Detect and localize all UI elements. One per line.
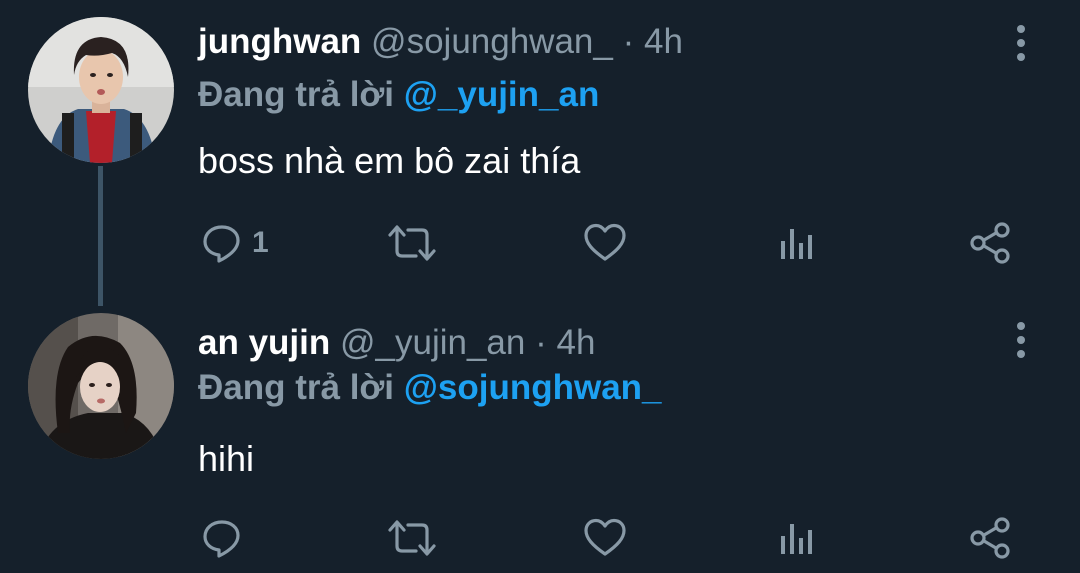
replying-to-handle[interactable]: @_yujin_an — [404, 75, 600, 114]
stats-icon — [781, 524, 812, 554]
tweet-actions: 1 — [0, 218, 1080, 268]
reply-button[interactable]: 1 — [200, 218, 269, 268]
tweet-actions — [0, 513, 1080, 563]
like-icon — [584, 518, 626, 556]
tweet-header: an yujin @_yujin_an · 4h — [198, 321, 595, 365]
tweet[interactable]: junghwan @sojunghwan_ · 4h Đang trả lời … — [0, 0, 1080, 306]
display-name[interactable]: junghwan — [198, 22, 361, 61]
tweet[interactable]: an yujin @_yujin_an · 4h Đang trả lời @s… — [0, 305, 1080, 573]
replying-to: Đang trả lời @_yujin_an — [198, 73, 599, 117]
reply-icon — [203, 225, 240, 263]
analytics-button[interactable] — [778, 513, 818, 563]
retweet-button[interactable] — [386, 218, 438, 268]
like-icon — [584, 223, 626, 261]
more-options-button[interactable] — [1006, 320, 1036, 360]
stats-icon — [781, 229, 812, 259]
user-handle[interactable]: @_yujin_an — [340, 323, 525, 362]
share-icon — [970, 222, 1010, 264]
avatar[interactable] — [28, 313, 174, 459]
tweet-text: hihi — [198, 438, 255, 479]
reply-count: 1 — [252, 226, 269, 259]
display-name[interactable]: an yujin — [198, 323, 330, 362]
retweet-icon — [388, 520, 436, 556]
replying-to: Đang trả lời @sojunghwan_ — [198, 366, 662, 410]
timestamp[interactable]: 4h — [556, 323, 595, 362]
timestamp[interactable]: 4h — [644, 22, 683, 61]
replying-to-label: Đang trả lời — [198, 368, 395, 407]
reply-icon — [203, 520, 240, 558]
like-button[interactable] — [582, 513, 628, 563]
user-handle[interactable]: @sojunghwan_ — [371, 22, 613, 61]
replying-to-label: Đang trả lời — [198, 75, 395, 114]
separator-dot: · — [622, 22, 635, 61]
tweet-header: junghwan @sojunghwan_ · 4h — [198, 20, 683, 64]
separator-dot: · — [535, 323, 547, 362]
avatar[interactable] — [28, 17, 174, 163]
more-options-button[interactable] — [1006, 23, 1036, 63]
tweet-text: boss nhà em bô zai thía — [198, 140, 581, 181]
retweet-button[interactable] — [386, 513, 438, 563]
more-icon — [1017, 322, 1025, 358]
share-icon — [970, 517, 1010, 559]
replying-to-handle[interactable]: @sojunghwan_ — [404, 368, 662, 407]
share-button[interactable] — [968, 218, 1012, 268]
share-button[interactable] — [968, 513, 1012, 563]
retweet-icon — [388, 225, 436, 261]
more-icon — [1017, 25, 1025, 61]
analytics-button[interactable] — [778, 218, 818, 268]
reply-button[interactable] — [200, 513, 252, 563]
like-button[interactable] — [582, 218, 628, 268]
